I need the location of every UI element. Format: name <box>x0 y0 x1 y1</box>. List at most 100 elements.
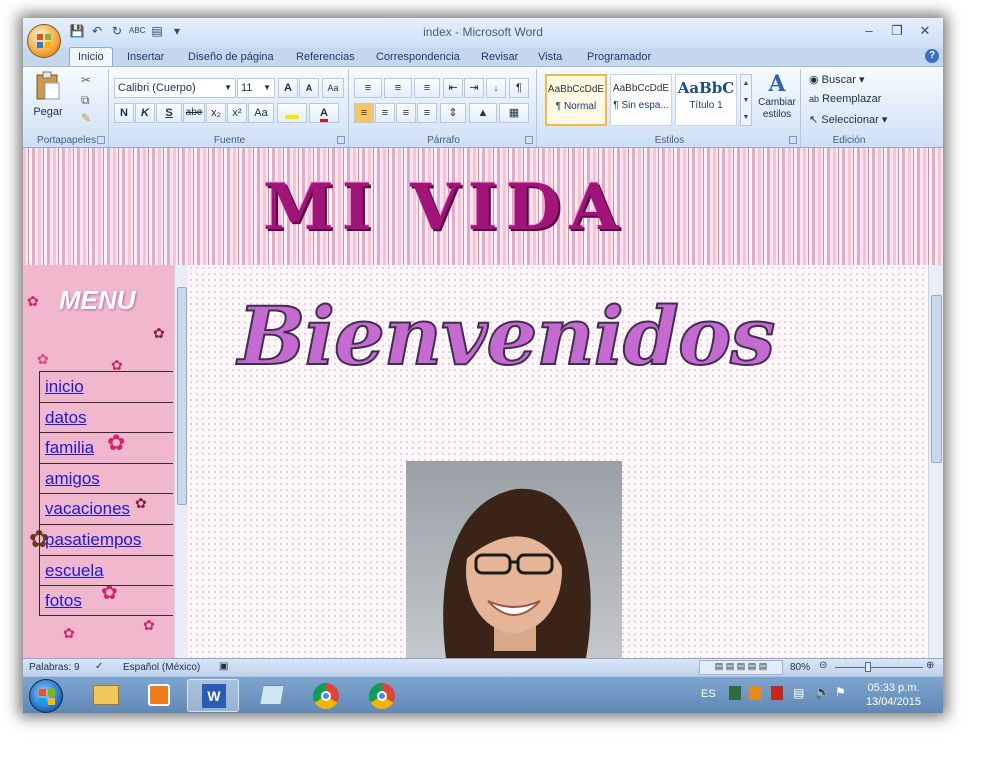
network-icon[interactable]: ▤ <box>793 686 804 700</box>
superscript-button[interactable]: x² <box>227 103 247 123</box>
content-frame-scrollbar[interactable] <box>928 265 943 658</box>
styles-scroll[interactable]: ▲ ▼ ▼ <box>740 74 752 126</box>
underline-button[interactable]: S <box>156 103 182 123</box>
taskbar-media-player[interactable] <box>133 679 185 712</box>
paste-button[interactable]: Pegar <box>31 71 65 121</box>
zoom-slider-thumb[interactable] <box>865 662 871 672</box>
taskbar-chrome-1[interactable] <box>299 679 351 712</box>
tray-icon[interactable] <box>729 686 741 700</box>
styles-launcher-icon[interactable] <box>789 136 797 144</box>
change-styles-button[interactable]: A Cambiar estilos <box>755 71 799 131</box>
copy-icon[interactable]: ⧉ <box>81 93 90 108</box>
align-center-button[interactable]: ≡ <box>375 103 395 123</box>
start-button[interactable] <box>29 679 63 713</box>
taskbar-chrome-2[interactable] <box>355 679 407 712</box>
tray-icon[interactable] <box>749 686 761 700</box>
proofing-icon[interactable]: ✓ <box>95 661 103 672</box>
select-button[interactable]: ↖ Seleccionar ▾ <box>809 113 887 126</box>
bullets-button[interactable]: ≡ <box>354 78 382 98</box>
clipboard-launcher-icon[interactable] <box>97 136 105 144</box>
font-size-select[interactable]: 11 ▼ <box>237 78 275 98</box>
taskbar-explorer[interactable] <box>79 679 131 712</box>
shrink-font-button[interactable]: A <box>299 78 319 98</box>
subscript-button[interactable]: x₂ <box>206 103 226 123</box>
menu-link-pasatiempos[interactable]: pasatiempos <box>45 530 141 549</box>
menu-link-datos[interactable]: datos <box>45 408 87 427</box>
menu-frame-scrollbar[interactable] <box>174 265 188 658</box>
tab-inicio[interactable]: Inicio <box>69 47 113 67</box>
paragraph-launcher-icon[interactable] <box>525 136 533 144</box>
tab-diseno[interactable]: Diseño de página <box>188 48 274 66</box>
language-status[interactable]: Español (México) <box>123 662 200 673</box>
scroll-thumb[interactable] <box>177 287 187 505</box>
flower-icon: ✿ <box>37 351 49 367</box>
align-left-button[interactable]: ≡ <box>354 103 374 123</box>
zoom-out-icon[interactable]: ⊝ <box>819 660 827 671</box>
office-logo-icon <box>37 34 51 48</box>
style-heading-1[interactable]: AaBbC Título 1 <box>675 74 737 126</box>
clock[interactable]: 05:33 p.m. 13/04/2015 <box>866 681 921 709</box>
office-button[interactable] <box>27 24 61 58</box>
numbering-button[interactable]: ≡ <box>384 78 412 98</box>
font-name-select[interactable]: Calibri (Cuerpo) ▼ <box>114 78 236 98</box>
zoom-in-icon[interactable]: ⊕ <box>926 660 934 671</box>
tab-vista[interactable]: Vista <box>538 48 562 66</box>
increase-indent-button[interactable]: ⇥ <box>464 78 484 98</box>
shading-button[interactable]: ▲ <box>469 103 497 123</box>
font-launcher-icon[interactable] <box>337 136 345 144</box>
style-no-spacing[interactable]: AaBbCcDdE ¶ Sin espa... <box>610 74 672 126</box>
replace-button[interactable]: ab Reemplazar <box>809 93 881 105</box>
cut-icon[interactable]: ✂ <box>81 73 91 87</box>
banner-title: MI VIDA <box>263 170 627 245</box>
word-count[interactable]: Palabras: 9 <box>29 662 80 673</box>
show-marks-button[interactable]: ¶ <box>509 78 529 98</box>
change-case-button[interactable]: Aa <box>248 103 274 123</box>
language-indicator[interactable]: ES <box>701 688 716 700</box>
align-right-button[interactable]: ≡ <box>396 103 416 123</box>
tab-revisar[interactable]: Revisar <box>481 48 518 66</box>
format-painter-icon[interactable]: ✎ <box>81 111 91 125</box>
italic-button[interactable]: K <box>135 103 155 123</box>
tab-programador[interactable]: Programador <box>587 48 651 66</box>
menu-link-amigos[interactable]: amigos <box>45 469 100 488</box>
highlight-button[interactable] <box>277 103 307 123</box>
zoom-level[interactable]: 80% <box>790 662 810 673</box>
find-button[interactable]: ◉ Buscar ▾ <box>809 73 865 86</box>
minimize-button[interactable]: – <box>855 22 883 40</box>
strikethrough-button[interactable]: abe <box>183 103 205 123</box>
sort-button[interactable]: ↓ <box>486 78 506 98</box>
volume-icon[interactable]: 🔈 <box>815 685 830 699</box>
style-normal[interactable]: AaBbCcDdE ¶ Normal <box>545 74 607 126</box>
clear-format-button[interactable]: Aa <box>322 78 344 98</box>
view-buttons[interactable]: ▤ ▤ ▤ ▤ ▤ <box>699 660 783 675</box>
macro-record-icon[interactable]: ▣ <box>219 661 228 672</box>
justify-button[interactable]: ≡ <box>417 103 437 123</box>
pdf-icon[interactable] <box>771 686 783 700</box>
grow-font-button[interactable]: A <box>278 78 298 98</box>
decrease-indent-button[interactable]: ⇤ <box>443 78 463 98</box>
menu-link-vacaciones[interactable]: vacaciones <box>45 499 130 518</box>
menu-link-escuela[interactable]: escuela <box>45 561 104 580</box>
taskbar-notes[interactable] <box>245 679 297 712</box>
tab-referencias[interactable]: Referencias <box>296 48 355 66</box>
zoom-slider[interactable] <box>835 667 923 668</box>
restore-button[interactable]: ❐ <box>883 22 911 40</box>
portrait-image <box>443 488 591 658</box>
close-button[interactable]: ✕ <box>911 22 939 40</box>
tab-correspondencia[interactable]: Correspondencia <box>376 48 460 66</box>
flag-icon[interactable]: ⚑ <box>835 685 846 699</box>
bold-button[interactable]: N <box>114 103 134 123</box>
menu-link-fotos[interactable]: fotos <box>45 591 82 610</box>
folder-icon <box>93 685 119 705</box>
taskbar-word[interactable]: W <box>187 679 239 712</box>
menu-link-inicio[interactable]: inicio <box>45 377 84 396</box>
help-icon[interactable]: ? <box>925 49 939 63</box>
borders-button[interactable]: ▦ <box>499 103 529 123</box>
menu-link-familia[interactable]: familia <box>45 438 94 457</box>
font-color-button[interactable]: A <box>309 103 339 123</box>
scroll-thumb[interactable] <box>931 295 942 463</box>
line-spacing-button[interactable]: ⇕ <box>440 103 466 123</box>
tab-insertar[interactable]: Insertar <box>127 48 164 66</box>
multilevel-list-button[interactable]: ≡ <box>414 78 440 98</box>
media-player-icon <box>148 684 170 706</box>
